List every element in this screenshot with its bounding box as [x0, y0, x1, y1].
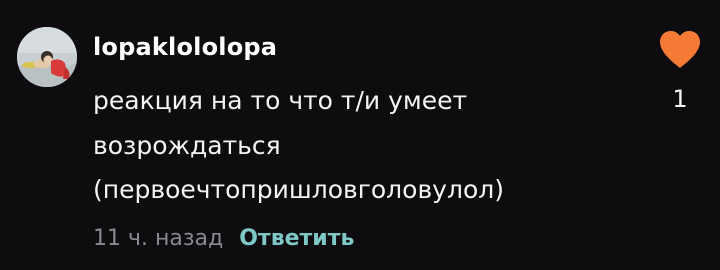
comment: lopaklololopa реакция на то что т/и умее…: [0, 0, 720, 270]
comment-text-line: (первоечтопришловголовулол): [93, 175, 504, 204]
heart-icon: [660, 31, 700, 68]
comment-text-line: реакция на то что т/и умеет: [93, 86, 468, 115]
reply-button[interactable]: Ответить: [239, 222, 354, 256]
comment-text: реакция на то что т/и умеет возрождаться…: [93, 79, 633, 213]
comment-meta: 11 ч. назад Ответить: [93, 222, 354, 256]
avatar[interactable]: [17, 27, 77, 87]
avatar-image: [17, 27, 77, 87]
comment-username[interactable]: lopaklololopa: [93, 30, 277, 64]
like-count: 1: [672, 85, 688, 113]
comment-timestamp: 11 ч. назад: [93, 226, 224, 251]
comment-text-line: возрождаться: [93, 130, 281, 160]
like-button[interactable]: [656, 30, 704, 70]
